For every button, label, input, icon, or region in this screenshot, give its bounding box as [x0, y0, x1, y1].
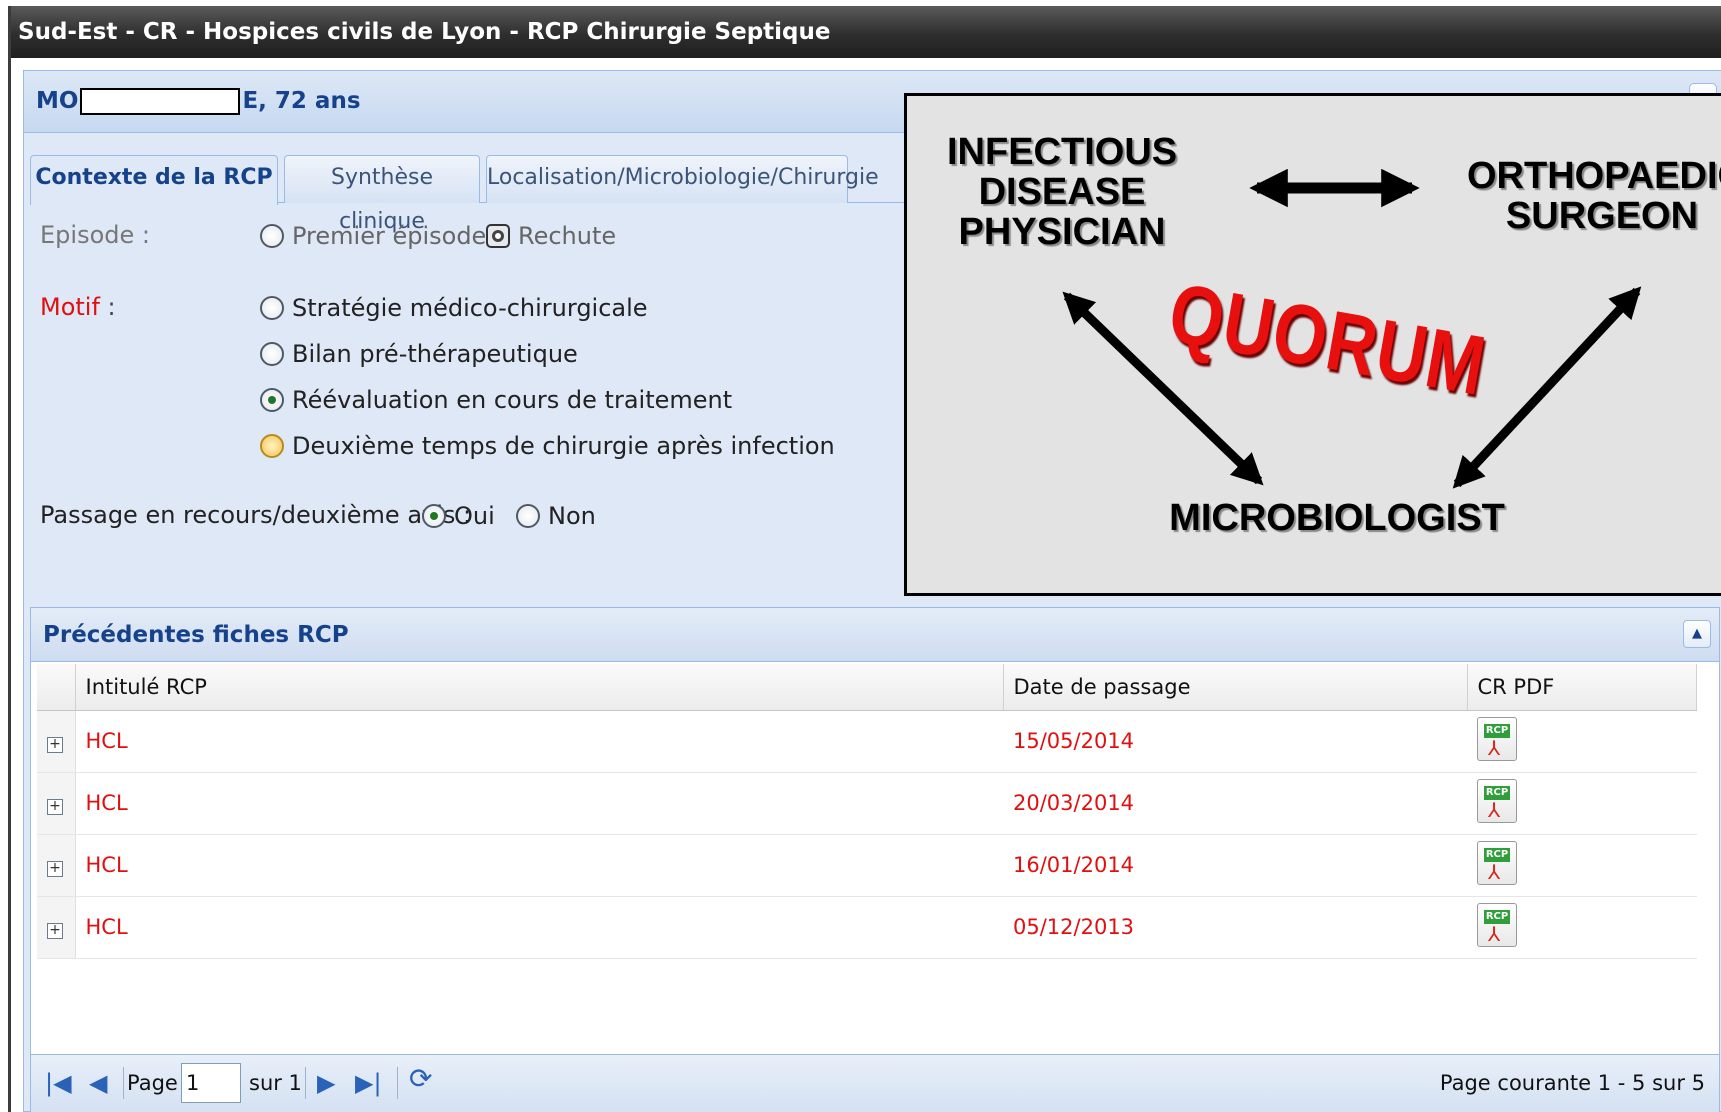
radio-circle-icon: [260, 342, 284, 366]
paging-toolbar: |◀ ◀ Page 1 sur 1 ▶ ▶| ⟳ Page courante 1…: [31, 1054, 1719, 1112]
quorum-diagram: INFECTIOUS DISEASE PHYSICIAN ORTHOPAEDIC…: [904, 93, 1721, 596]
expand-row-icon[interactable]: +: [47, 799, 63, 815]
refresh-icon[interactable]: ⟳: [409, 1065, 432, 1093]
toolbar-separator: [397, 1067, 398, 1099]
radio-circle-icon: [260, 224, 284, 248]
motif-label: Motif :: [40, 293, 116, 321]
microbiologist-label: MICROBIOLOGIST: [1169, 497, 1505, 539]
cell-date: 20/03/2014: [1003, 772, 1467, 835]
radio-label: Rechute: [518, 222, 617, 250]
radio-circle-icon: [260, 434, 284, 458]
motif-label-required: Motif: [40, 293, 100, 321]
acrobat-icon: ⅄: [1488, 921, 1501, 946]
rcp-pdf-icon[interactable]: RCP ⅄: [1477, 778, 1517, 823]
rcp-pdf-icon[interactable]: RCP ⅄: [1477, 840, 1517, 885]
tab-synthese[interactable]: Synthèse clinique: [284, 155, 480, 234]
expand-row-icon[interactable]: +: [47, 923, 63, 939]
radio-label: Oui: [454, 502, 495, 530]
grid-title: Précédentes fiches RCP ▲: [31, 608, 1719, 662]
rcp-pdf-icon[interactable]: RCP ⅄: [1477, 716, 1517, 761]
radio-label: Réévaluation en cours de traitement: [292, 386, 733, 414]
cell-intitule: HCL: [75, 772, 1003, 835]
radio-label: Bilan pré-thérapeutique: [292, 340, 578, 368]
radio-reevaluation[interactable]: Réévaluation en cours de traitement: [260, 385, 732, 415]
toolbar-separator: [305, 1067, 306, 1099]
column-header-intitule[interactable]: Intitulé RCP: [75, 664, 1004, 711]
tab-localisation[interactable]: Localisation/Microbiologie/Chirurgie: [486, 155, 879, 203]
radio-premier-episode[interactable]: Premier épisode: [260, 221, 486, 251]
radio-non[interactable]: Non: [516, 501, 596, 531]
radio-label: Premier épisode: [292, 222, 487, 250]
rcp-table: Intitulé RCP Date de passage CR PDF + HC…: [37, 664, 1697, 959]
acrobat-icon: ⅄: [1488, 859, 1501, 884]
radio-label: Stratégie médico-chirurgicale: [292, 294, 648, 322]
last-page-icon[interactable]: ▶|: [355, 1069, 382, 1097]
page-number-input[interactable]: 1: [181, 1063, 241, 1103]
radio-circle-icon: [260, 296, 284, 320]
radio-label: Non: [548, 502, 596, 530]
radio-checked-icon: [422, 504, 446, 528]
paging-summary: Page courante 1 - 5 sur 5: [1439, 1071, 1705, 1095]
expand-row-icon[interactable]: +: [47, 861, 63, 877]
cell-date: 16/01/2014: [1003, 834, 1467, 897]
page-label: Page: [127, 1071, 178, 1095]
cell-intitule: HCL: [75, 710, 1003, 773]
radio-bilan[interactable]: Bilan pré-thérapeutique: [260, 339, 578, 369]
page-total-label: sur 1: [249, 1071, 302, 1095]
radio-circle-icon: [516, 504, 540, 528]
recours-label: Passage en recours/deuxième avis :: [40, 501, 472, 529]
table-row[interactable]: + HCL 05/12/2013 RCP ⅄: [37, 896, 1697, 959]
patient-name-suffix: E, 72 ans: [242, 88, 361, 114]
radio-checked-icon: [260, 388, 284, 412]
acrobat-icon: ⅄: [1488, 735, 1501, 760]
patient-name-prefix: MO: [36, 88, 79, 114]
first-page-icon[interactable]: |◀: [45, 1069, 72, 1097]
expander-column-header: [37, 664, 76, 711]
prev-page-icon[interactable]: ◀: [89, 1069, 107, 1097]
radio-strategie[interactable]: Stratégie médico-chirurgicale: [260, 293, 648, 323]
radio-selected-icon: [486, 224, 510, 248]
previous-rcp-grid: Précédentes fiches RCP ▲ Intitulé RCP Da…: [30, 607, 1720, 1112]
window-title: Sud-Est - CR - Hospices civils de Lyon -…: [11, 6, 1721, 58]
table-row[interactable]: + HCL 16/01/2014 RCP ⅄: [37, 834, 1697, 897]
radio-oui[interactable]: Oui: [422, 501, 495, 531]
radio-label: Deuxième temps de chirurgie après infect…: [292, 432, 835, 460]
motif-label-colon: :: [99, 293, 116, 321]
orthopaedic-surgeon-label: ORTHOPAEDIC SURGEON: [1467, 155, 1721, 237]
column-header-pdf[interactable]: CR PDF: [1467, 664, 1697, 711]
expand-row-icon[interactable]: +: [47, 737, 63, 753]
radio-rechute[interactable]: Rechute: [486, 221, 616, 251]
radio-deuxieme-temps[interactable]: Deuxième temps de chirurgie après infect…: [260, 431, 835, 461]
grid-title-text: Précédentes fiches RCP: [43, 622, 349, 648]
redaction-box: [80, 88, 241, 115]
infectious-disease-label: INFECTIOUS DISEASE PHYSICIAN: [947, 131, 1178, 253]
cell-intitule: HCL: [75, 834, 1003, 897]
acrobat-icon: ⅄: [1488, 797, 1501, 822]
table-row[interactable]: + HCL 20/03/2014 RCP ⅄: [37, 772, 1697, 835]
column-header-date[interactable]: Date de passage: [1003, 664, 1468, 711]
next-page-icon[interactable]: ▶: [317, 1069, 335, 1097]
toolbar-separator: [123, 1067, 124, 1099]
episode-label: Episode :: [40, 221, 150, 249]
cell-date: 05/12/2013: [1003, 896, 1467, 959]
rcp-pdf-icon[interactable]: RCP ⅄: [1477, 902, 1517, 947]
tab-contexte[interactable]: Contexte de la RCP: [30, 155, 278, 205]
cell-date: 15/05/2014: [1003, 710, 1467, 773]
collapse-up-icon[interactable]: ▲: [1683, 620, 1711, 648]
table-row[interactable]: + HCL 15/05/2014 RCP ⅄: [37, 710, 1697, 773]
cell-intitule: HCL: [75, 896, 1003, 959]
